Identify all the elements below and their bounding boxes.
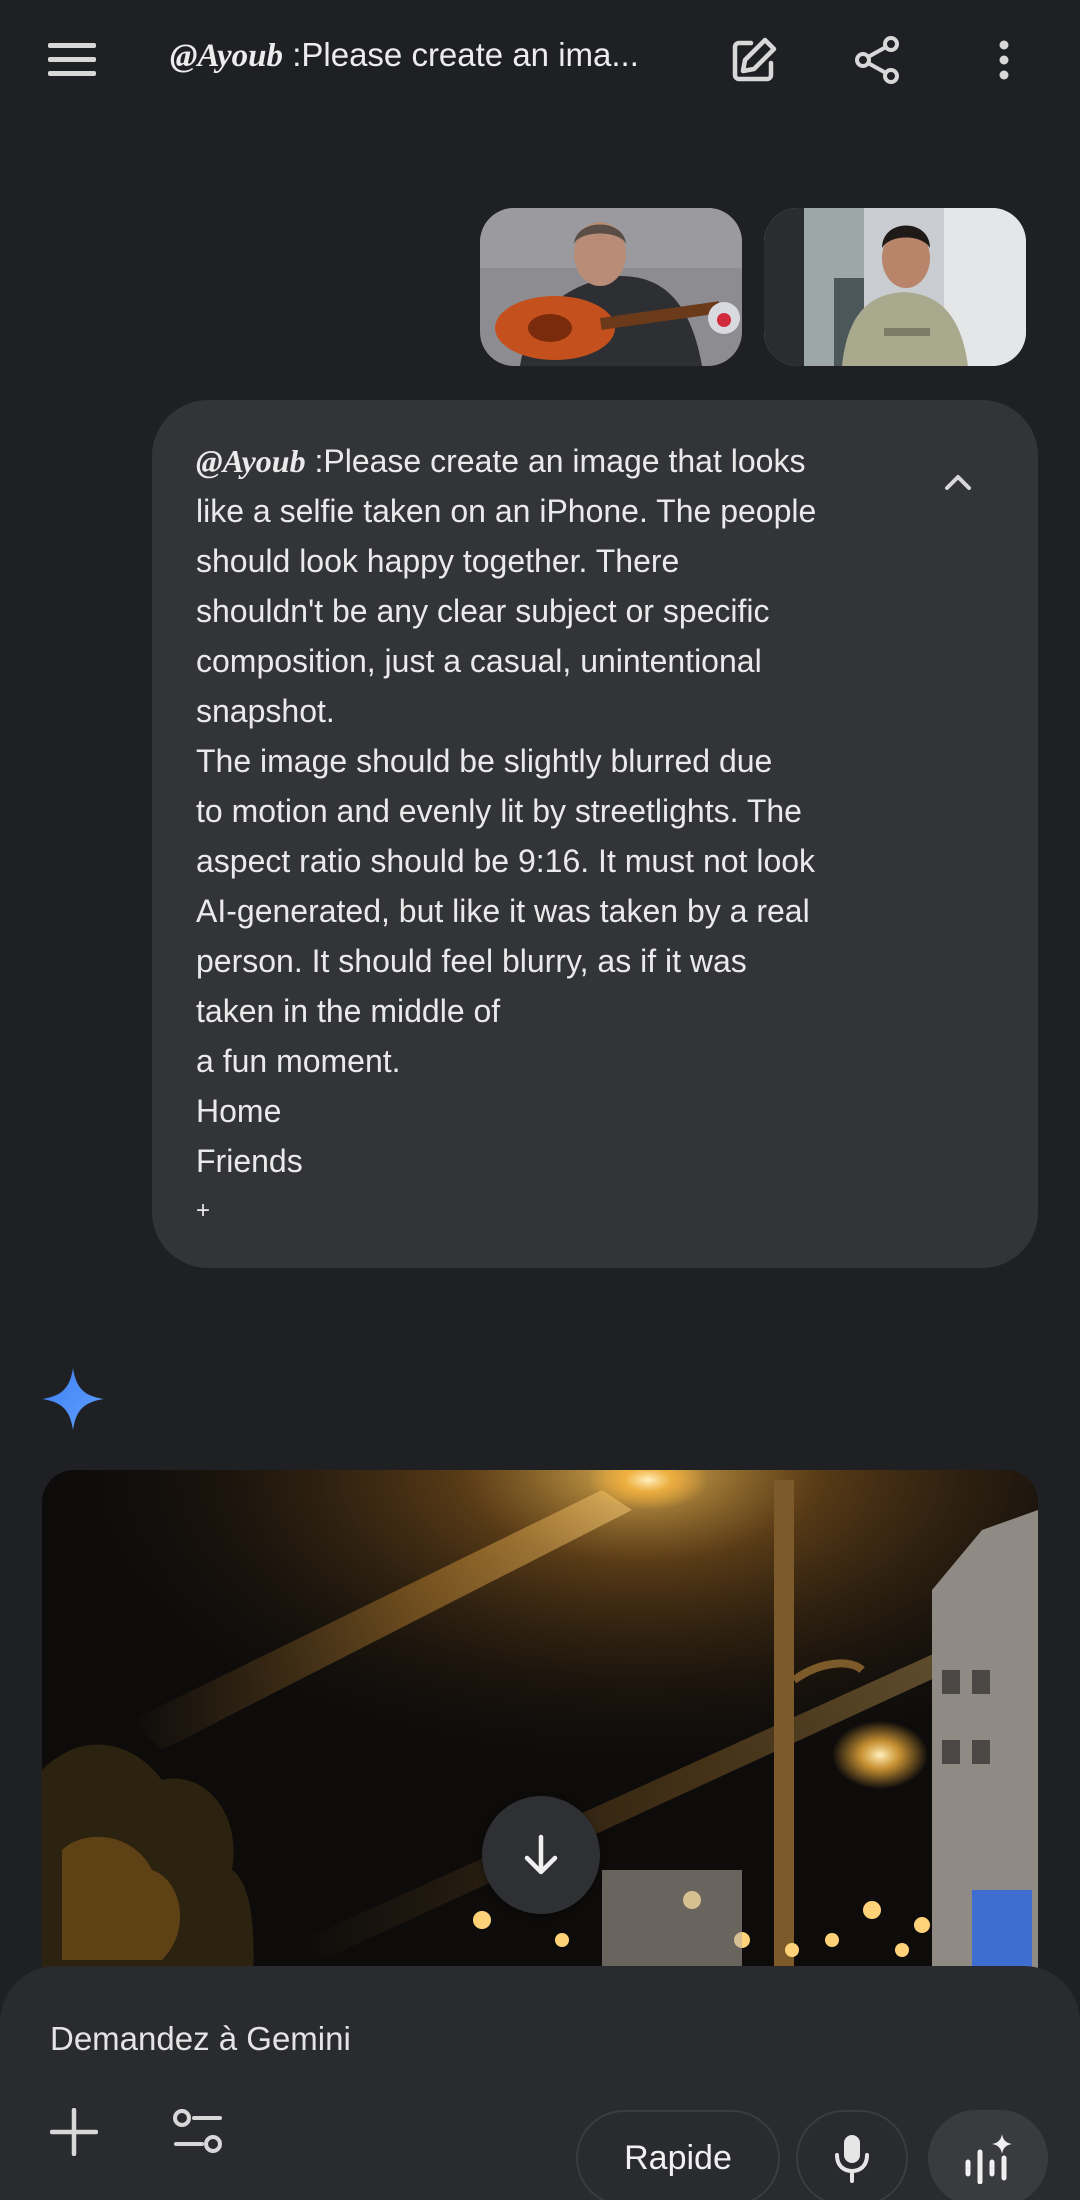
user-message-text: @Ayoub :Please create an image that look… (196, 436, 916, 1236)
model-mode-selector[interactable]: Rapide (576, 2110, 780, 2200)
composer: Demandez à Gemini Rapide (0, 1966, 1080, 2200)
menu-button[interactable] (40, 28, 104, 92)
live-mode-button[interactable] (928, 2110, 1048, 2200)
title-handle: @Ayoub (170, 38, 284, 74)
message-line: like a selfie taken on an iPhone. The pe… (196, 493, 817, 529)
message-line: Home (196, 1093, 282, 1129)
share-button[interactable] (846, 28, 910, 92)
arrow-down-icon (524, 1834, 558, 1875)
more-options-button[interactable] (972, 28, 1036, 92)
title-text: :Please create an ima... (283, 36, 639, 73)
top-app-bar: @Ayoub :Please create an ima... (0, 0, 1080, 120)
menu-icon (48, 43, 96, 76)
share-icon (855, 36, 899, 84)
mic-icon (835, 2135, 869, 2183)
gemini-chat-screen: @Ayoub :Please create an ima... @Ayoub:… (0, 0, 1080, 2200)
attached-photo-2[interactable] (764, 208, 1026, 366)
add-attachment-button[interactable] (36, 2094, 112, 2170)
message-line: + (196, 1197, 211, 1224)
message-line: aspect ratio should be 9:16. It must not… (196, 843, 816, 879)
message-line: person. It should feel blurry, as if it … (196, 943, 747, 979)
voice-input-button[interactable] (796, 2110, 908, 2200)
message-line: snapshot. (196, 693, 335, 729)
attached-photo-1[interactable] (480, 208, 742, 366)
live-icon (965, 2134, 1012, 2184)
message-line-text: :Please create an image that looks (305, 443, 806, 479)
tools-icon (173, 2109, 222, 2153)
message-line: a fun moment. (196, 1043, 401, 1079)
message-handle: @Ayoub (196, 443, 306, 479)
scroll-to-bottom-button[interactable] (482, 1796, 600, 1914)
new-chat-button[interactable] (722, 28, 786, 92)
more-vert-icon (999, 40, 1009, 80)
message-line: taken in the middle of (196, 993, 501, 1029)
gemini-spark-icon (40, 1366, 106, 1432)
prompt-input[interactable]: Demandez à Gemini (50, 2020, 351, 2058)
message-line: Friends (196, 1143, 303, 1179)
edit-icon (732, 37, 777, 82)
mode-label: Rapide (624, 2138, 732, 2177)
user-message-bubble: @Ayoub :Please create an image that look… (152, 400, 1038, 1268)
message-line: AI-generated, but like it was taken by a… (196, 893, 810, 929)
tools-button[interactable] (160, 2094, 236, 2170)
message-line: composition, just a casual, unintentiona… (196, 643, 762, 679)
message-line: should look happy together. There (196, 543, 680, 579)
collapse-message-button[interactable] (930, 454, 986, 510)
message-line: @Ayoub :Please create an image that look… (196, 436, 916, 486)
message-line: to motion and evenly lit by streetlights… (196, 793, 802, 829)
chevron-up-icon (945, 475, 971, 490)
message-line: The image should be slightly blurred due (196, 743, 773, 779)
plus-icon (50, 2108, 98, 2156)
conversation-title: @Ayoub :Please create an ima... (170, 36, 690, 75)
message-line: shouldn't be any clear subject or specif… (196, 593, 770, 629)
